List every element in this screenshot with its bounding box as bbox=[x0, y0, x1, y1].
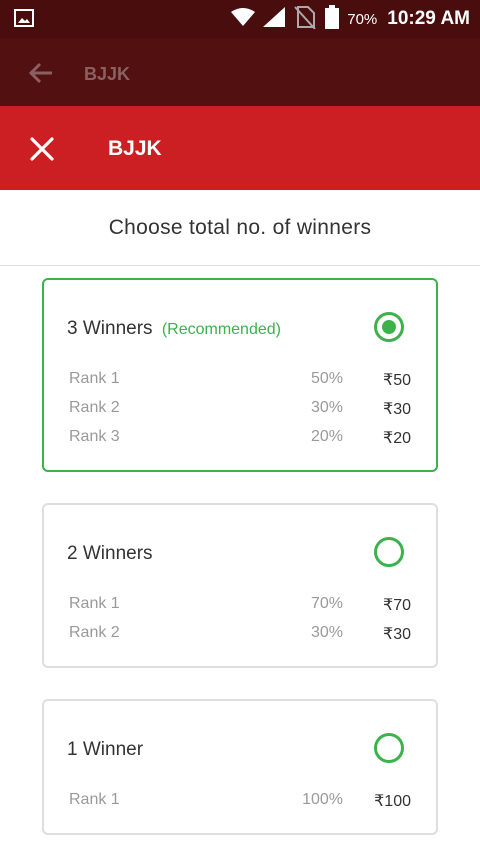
option-title: 2 Winners bbox=[67, 543, 153, 565]
rank-label: Rank 2 bbox=[69, 399, 120, 416]
rank-amount: ₹100 bbox=[374, 793, 411, 810]
rank-row: Rank 1 100% ₹100 bbox=[69, 791, 411, 813]
rank-label: Rank 1 bbox=[69, 595, 120, 612]
winner-option-2[interactable]: 2 Winners Rank 1 70% ₹70 Rank 2 30% ₹30 bbox=[42, 503, 438, 668]
winner-option-1[interactable]: 1 Winner Rank 1 100% ₹100 bbox=[42, 699, 438, 835]
option-title-text: 3 Winners bbox=[67, 318, 153, 339]
option-title-text: 2 Winners bbox=[67, 543, 153, 564]
app-bar-title: BJJK bbox=[84, 64, 131, 84]
clock: 10:29 AM bbox=[387, 8, 470, 29]
choose-winners-heading: Choose total no. of winners bbox=[108, 215, 372, 239]
rank-label: Rank 1 bbox=[69, 791, 120, 808]
rank-amount: ₹30 bbox=[383, 401, 411, 418]
option-title-text: 1 Winner bbox=[67, 739, 144, 760]
rank-amount: ₹20 bbox=[383, 430, 411, 447]
no-sim-icon bbox=[293, 5, 317, 34]
rank-amount: ₹70 bbox=[383, 597, 411, 614]
rank-amount: ₹30 bbox=[383, 626, 411, 643]
rank-percent: 30% bbox=[310, 399, 343, 416]
wifi-icon bbox=[231, 7, 256, 31]
battery-percent: 70% bbox=[347, 10, 378, 28]
rank-amount: ₹50 bbox=[383, 372, 411, 389]
battery-icon bbox=[325, 4, 340, 34]
status-bar: 70% 10:29 AM bbox=[0, 0, 480, 38]
rank-row: Rank 2 30% ₹30 bbox=[69, 399, 411, 421]
rank-row: Rank 1 70% ₹70 bbox=[69, 595, 411, 617]
radio-unselected-icon[interactable] bbox=[374, 733, 404, 763]
rank-percent: 70% bbox=[310, 595, 343, 612]
rank-row: Rank 3 20% ₹20 bbox=[69, 428, 411, 450]
rank-percent: 50% bbox=[310, 370, 343, 387]
winner-option-3[interactable]: 3 Winners (Recommended) Rank 1 50% ₹50 R… bbox=[42, 278, 438, 472]
radio-selected-icon[interactable] bbox=[374, 312, 404, 342]
option-title: 1 Winner bbox=[67, 739, 143, 761]
rank-percent: 100% bbox=[302, 791, 343, 808]
rank-percent: 20% bbox=[310, 428, 343, 445]
rank-label: Rank 2 bbox=[69, 624, 120, 641]
modal-header: BJJK bbox=[0, 106, 480, 190]
image-icon bbox=[14, 9, 34, 32]
modal-title: BJJK bbox=[108, 137, 162, 160]
rank-label: Rank 3 bbox=[69, 428, 120, 445]
rank-row: Rank 1 50% ₹50 bbox=[69, 370, 411, 392]
close-button[interactable] bbox=[28, 135, 56, 163]
rank-row: Rank 2 30% ₹30 bbox=[69, 624, 411, 646]
section-heading: Choose total no. of winners bbox=[0, 190, 480, 266]
rank-percent: 30% bbox=[310, 624, 343, 641]
recommended-tag: (Recommended) bbox=[161, 321, 281, 338]
option-title: 3 Winners (Recommended) bbox=[67, 318, 281, 340]
rank-label: Rank 1 bbox=[69, 370, 120, 387]
app-bar: BJJK bbox=[0, 38, 480, 106]
back-arrow-icon bbox=[28, 60, 54, 91]
cell-signal-icon bbox=[263, 6, 286, 32]
close-icon bbox=[30, 137, 54, 161]
radio-unselected-icon[interactable] bbox=[374, 537, 404, 567]
